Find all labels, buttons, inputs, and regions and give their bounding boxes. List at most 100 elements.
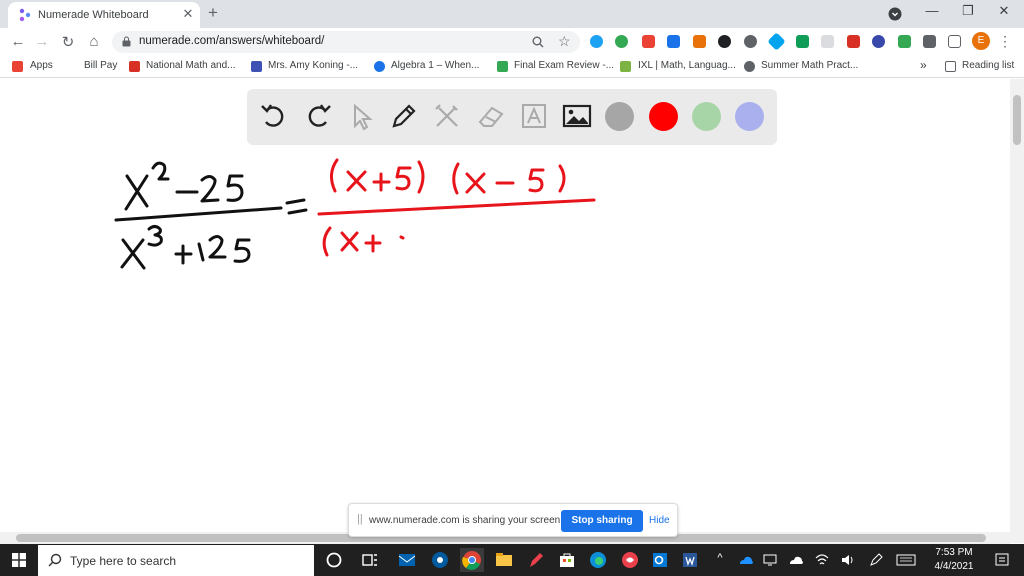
chrome-icon[interactable] xyxy=(460,548,484,572)
reading-list-icon xyxy=(945,61,956,72)
bookmark-apps[interactable]: Apps xyxy=(30,60,53,71)
stop-sharing-button[interactable]: Stop sharing xyxy=(561,510,643,532)
extension-orange-icon[interactable] xyxy=(693,35,706,48)
app-red-icon[interactable] xyxy=(620,550,640,570)
home-button[interactable]: ⌂ xyxy=(84,33,104,50)
edge-icon[interactable] xyxy=(588,550,608,570)
extension-check-icon[interactable] xyxy=(898,35,911,48)
profile-avatar[interactable]: E xyxy=(972,32,990,50)
eraser-icon[interactable] xyxy=(475,100,507,132)
more-bookmarks-button[interactable]: » xyxy=(920,58,927,72)
extension-lines-icon[interactable] xyxy=(821,35,834,48)
back-button[interactable]: ← xyxy=(8,33,28,50)
bookmark-final-exam[interactable]: Final Exam Review -... xyxy=(514,60,614,71)
extension-dark-icon[interactable] xyxy=(718,35,731,48)
bookmark-algebra-1[interactable]: Algebra 1 – When... xyxy=(391,60,479,71)
bookmarks-bar: Apps Bill Pay National Math and... Mrs. … xyxy=(0,56,1024,78)
mail-app-icon[interactable] xyxy=(397,550,417,570)
pen-app-icon[interactable] xyxy=(526,550,546,570)
onedrive-icon[interactable] xyxy=(738,552,754,568)
extension-k-icon[interactable] xyxy=(872,35,885,48)
task-view-icon[interactable] xyxy=(360,550,380,570)
apps-grid-icon xyxy=(12,61,23,72)
bookmark-star-icon[interactable]: ☆ xyxy=(558,33,571,50)
taskbar-search[interactable]: Type here to search xyxy=(38,545,314,576)
forward-button[interactable]: → xyxy=(32,33,52,50)
notifications-icon[interactable] xyxy=(994,552,1010,568)
browser-toolbar: ← → ↻ ⌂ numerade.com/answers/whiteboard/… xyxy=(0,28,1024,56)
minimize-button[interactable]: — xyxy=(918,3,946,18)
share-message: www.numerade.com is sharing your screen. xyxy=(369,515,563,526)
red-ink-strokes xyxy=(317,158,596,257)
keyboard-icon[interactable] xyxy=(896,552,916,568)
outlook-icon[interactable] xyxy=(650,550,670,570)
extension-green-icon[interactable] xyxy=(796,35,809,48)
vertical-scrollbar[interactable] xyxy=(1010,79,1024,543)
reading-list-button[interactable]: Reading list xyxy=(962,60,1014,71)
search-icon xyxy=(48,553,62,567)
cloud-icon[interactable] xyxy=(788,552,804,568)
lock-icon xyxy=(122,36,131,47)
media-app-icon[interactable] xyxy=(430,550,450,570)
word-icon[interactable] xyxy=(680,550,700,570)
image-icon[interactable] xyxy=(561,100,593,132)
clock-date[interactable]: 4/4/2021 xyxy=(930,561,978,572)
color-swatch-gray[interactable] xyxy=(605,102,634,131)
hide-button[interactable]: Hide xyxy=(649,515,670,526)
volume-icon[interactable] xyxy=(840,552,856,568)
text-tool-icon[interactable] xyxy=(518,100,550,132)
reload-button[interactable]: ↻ xyxy=(58,33,78,51)
extension-gray-icon[interactable] xyxy=(744,35,757,48)
black-ink-strokes xyxy=(114,161,308,270)
extension-pdf-icon[interactable] xyxy=(847,35,860,48)
tab-search-icon[interactable] xyxy=(888,7,902,21)
pen-tray-icon[interactable] xyxy=(868,552,884,568)
clock-time[interactable]: 7:53 PM xyxy=(930,547,978,558)
national-math-icon xyxy=(129,61,140,72)
bookmark-summer-math[interactable]: Summer Math Pract... xyxy=(761,60,858,71)
extension-badge-icon[interactable] xyxy=(642,35,655,48)
close-window-button[interactable]: ✕ xyxy=(990,3,1018,19)
bookmark-amy-koning[interactable]: Mrs. Amy Koning -... xyxy=(268,60,358,71)
store-icon[interactable] xyxy=(557,550,577,570)
extension-diamond-icon[interactable] xyxy=(767,32,786,51)
vertical-scroll-thumb[interactable] xyxy=(1013,95,1021,145)
pointer-icon[interactable] xyxy=(345,100,377,132)
windows-taskbar: Type here to search ^ 7:53 PM 4/4/2021 xyxy=(0,544,1024,576)
color-swatch-green[interactable] xyxy=(692,102,721,131)
zoom-icon[interactable] xyxy=(532,36,544,48)
maximize-button[interactable]: ❐ xyxy=(954,3,982,19)
tray-chevron-icon[interactable]: ^ xyxy=(712,552,728,564)
bookmark-ixl[interactable]: IXL | Math, Languag... xyxy=(638,60,736,71)
tab-close-icon[interactable]: ✕ xyxy=(180,6,196,22)
windows-start-icon[interactable] xyxy=(12,553,26,567)
wifi-icon[interactable] xyxy=(814,552,830,568)
browser-tab[interactable]: Numerade Whiteboard ✕ xyxy=(8,2,200,28)
tab-strip: Numerade Whiteboard ✕ + — ❐ ✕ xyxy=(0,0,1024,28)
tab-title: Numerade Whiteboard xyxy=(38,9,149,21)
address-bar[interactable]: numerade.com/answers/whiteboard/ ☆ xyxy=(112,31,580,53)
extension-blue-icon[interactable] xyxy=(590,35,603,48)
bookmark-national-math[interactable]: National Math and... xyxy=(146,60,236,71)
undo-icon[interactable] xyxy=(258,100,290,132)
docs-icon xyxy=(497,61,508,72)
bookmark-bill-pay[interactable]: Bill Pay xyxy=(84,60,117,71)
drag-handle-icon[interactable]: || xyxy=(357,513,363,525)
globe-icon xyxy=(744,61,755,72)
search-placeholder: Type here to search xyxy=(70,554,177,568)
network-icon[interactable] xyxy=(762,552,778,568)
redo-icon[interactable] xyxy=(302,100,334,132)
cast-icon[interactable] xyxy=(948,35,961,48)
extensions-puzzle-icon[interactable] xyxy=(923,35,936,48)
color-swatch-red[interactable] xyxy=(649,102,678,131)
new-tab-button[interactable]: + xyxy=(208,3,218,23)
color-swatch-purple[interactable] xyxy=(735,102,764,131)
cortana-icon[interactable] xyxy=(324,550,344,570)
file-explorer-icon[interactable] xyxy=(494,550,514,570)
extension-screen-icon[interactable] xyxy=(667,35,680,48)
menu-kebab-icon[interactable]: ⋮ xyxy=(998,33,1012,50)
pencil-icon[interactable] xyxy=(388,100,420,132)
calendar-icon xyxy=(251,61,262,72)
tools-icon[interactable] xyxy=(431,100,463,132)
extension-plus-icon[interactable] xyxy=(615,35,628,48)
